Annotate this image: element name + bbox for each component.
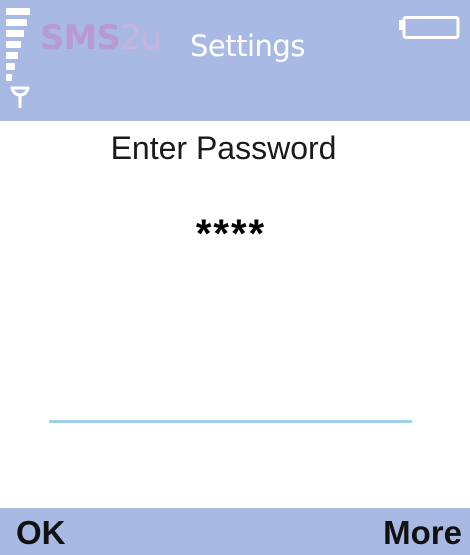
more-softkey[interactable]: More xyxy=(383,512,462,554)
app-logo: SMS2u xyxy=(40,18,162,74)
status-bar: SMS2u Settings xyxy=(0,0,470,121)
battery-icon xyxy=(399,16,460,39)
logo-text: SMS2u xyxy=(40,18,162,58)
logo-text-suffix: 2u xyxy=(119,18,162,58)
ok-softkey[interactable]: OK xyxy=(16,512,66,554)
logo-text-main: SMS xyxy=(40,18,121,58)
screen-title: Settings xyxy=(190,29,305,63)
signal-strength-icon xyxy=(6,8,36,83)
password-prompt-label: Enter Password xyxy=(110,130,337,166)
phone-screen: SMS2u Settings Enter Password **** OK Mo… xyxy=(0,0,470,555)
antenna-icon xyxy=(10,86,30,108)
input-underline xyxy=(49,420,412,423)
softkey-bar: OK More xyxy=(0,508,470,555)
password-input[interactable]: **** xyxy=(0,212,462,256)
